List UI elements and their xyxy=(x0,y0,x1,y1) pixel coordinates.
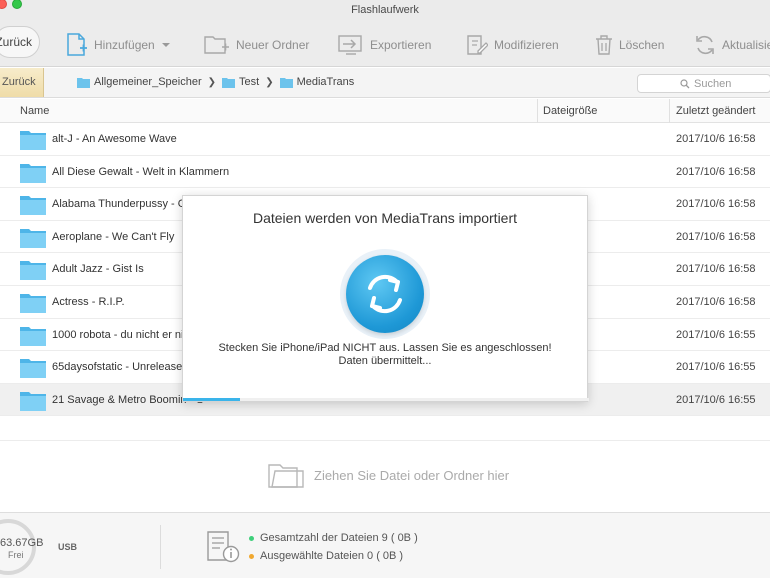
file-date: 2017/10/6 16:58 xyxy=(676,198,756,211)
back-button[interactable]: Zurück xyxy=(0,26,40,58)
file-name: 21 Savage & Metro Boomin - S xyxy=(52,393,204,406)
file-info-icon xyxy=(207,531,240,563)
breadcrumb-label: Allgemeiner_Speicher xyxy=(94,76,202,88)
edit-icon xyxy=(467,35,488,55)
breadcrumb-item[interactable]: MediaTrans xyxy=(279,76,355,88)
column-name[interactable]: Name xyxy=(20,105,49,117)
search-placeholder: Suchen xyxy=(694,77,732,90)
breadcrumb-item[interactable]: Test xyxy=(222,76,259,88)
folder-icon xyxy=(20,196,46,216)
column-header: Name Dateigröße Zuletzt geändert xyxy=(0,99,770,123)
chevron-right-icon: ❯ xyxy=(265,76,274,88)
folder-icon xyxy=(20,163,46,183)
total-files-stat: Gesamtzahl der Dateien 9 ( 0B ) xyxy=(249,532,418,544)
column-size[interactable]: Dateigröße xyxy=(543,105,597,117)
breadcrumb-label: Test xyxy=(239,76,260,88)
drop-folder-icon xyxy=(268,464,304,488)
free-space-value: 63.67GB xyxy=(0,537,44,549)
add-button-label: Hinzufügen xyxy=(94,38,155,52)
file-name: alt-J - An Awesome Wave xyxy=(52,133,177,145)
chevron-down-icon xyxy=(161,43,170,47)
folder-icon xyxy=(20,359,46,379)
chevron-right-icon: ❯ xyxy=(207,76,217,88)
toolbar: Zurück Hinzufügen Neuer Ordner Exportier… xyxy=(0,20,770,67)
breadcrumb-item[interactable]: Allgemeiner_Speicher xyxy=(77,76,202,88)
progress-fill xyxy=(183,398,240,401)
title-bar: Flashlaufwerk xyxy=(0,0,770,20)
dialog-message: Stecken Sie iPhone/iPad NICHT aus. Lasse… xyxy=(183,342,587,368)
file-date: 2017/10/6 16:58 xyxy=(676,133,756,145)
new-folder-label: Neuer Ordner xyxy=(236,38,310,52)
trash-icon xyxy=(596,35,612,55)
navigation-bar: Zurück Allgemeiner_Speicher ❯ Test ❯ Med… xyxy=(0,68,770,98)
export-button[interactable]: Exportieren xyxy=(338,32,431,58)
table-row[interactable]: All Diese Gewalt - Welt in Klammern 2017… xyxy=(0,156,770,189)
file-name: Aeroplane - We Can't Fly xyxy=(52,230,175,243)
table-row[interactable]: alt-J - An Awesome Wave 2017/10/6 16:58 xyxy=(0,123,770,156)
export-icon xyxy=(338,35,362,55)
export-label: Exportieren xyxy=(370,38,432,52)
folder-icon xyxy=(279,77,293,88)
folder-icon xyxy=(20,391,46,411)
file-date: 2017/10/6 16:55 xyxy=(676,361,756,374)
file-date: 2017/10/6 16:58 xyxy=(676,230,756,243)
add-button[interactable]: Hinzufügen xyxy=(66,32,171,58)
device-type: USB xyxy=(58,542,78,552)
file-date: 2017/10/6 16:55 xyxy=(676,328,756,341)
breadcrumb-label: MediaTrans xyxy=(296,76,355,88)
delete-label: Löschen xyxy=(619,38,665,52)
add-file-icon xyxy=(67,33,87,56)
file-date: 2017/10/6 16:58 xyxy=(676,263,756,276)
file-name: Actress - R.I.P. xyxy=(52,295,125,308)
search-input[interactable]: Suchen xyxy=(637,74,770,93)
search-icon xyxy=(680,78,690,88)
file-name: Alabama Thunderpussy - Oper xyxy=(52,198,203,211)
folder-icon xyxy=(20,131,46,150)
folder-icon xyxy=(20,326,46,346)
file-name: 1000 robota - du nicht er nicht xyxy=(52,328,199,341)
status-bar: 63.67GB Frei USB Gesamtzahl der Dateien … xyxy=(0,512,770,578)
dialog-warning-text: Stecken Sie iPhone/iPad NICHT aus. Lasse… xyxy=(218,342,552,354)
file-name: Adult Jazz - Gist Is xyxy=(52,263,144,276)
column-divider xyxy=(669,99,670,123)
total-files-text: Gesamtzahl der Dateien 9 ( 0B ) xyxy=(260,532,418,544)
refresh-icon xyxy=(696,35,714,55)
dialog-title: Dateien werden von MediaTrans importiert xyxy=(252,210,518,226)
folder-icon xyxy=(20,261,46,281)
sync-icon xyxy=(368,274,402,314)
refresh-label: Aktualisieren xyxy=(722,38,770,52)
column-divider xyxy=(537,99,538,123)
total-status-dot xyxy=(249,535,254,541)
file-date: 2017/10/6 16:55 xyxy=(676,393,756,406)
progress-bar xyxy=(183,398,589,401)
import-progress-dialog: Dateien werden von MediaTrans importiert… xyxy=(182,195,589,402)
sync-spinner xyxy=(340,249,430,339)
drop-zone-label: Ziehen Sie Datei oder Ordner hier xyxy=(314,467,510,483)
file-date: 2017/10/6 16:58 xyxy=(676,165,756,178)
dialog-status-text: Daten übermittelt... xyxy=(338,355,432,367)
drop-zone[interactable]: Ziehen Sie Datei oder Ordner hier xyxy=(0,440,770,510)
nav-back-button[interactable]: Zurück xyxy=(0,68,44,97)
modify-button[interactable]: Modifizieren xyxy=(466,32,559,58)
delete-button[interactable]: Löschen xyxy=(595,32,664,58)
new-folder-button[interactable]: Neuer Ordner xyxy=(204,32,309,58)
free-space-label: Frei xyxy=(8,550,24,560)
modify-label: Modifizieren xyxy=(494,38,559,52)
divider xyxy=(160,525,161,569)
selected-files-stat: Ausgewählte Dateien 0 ( 0B ) xyxy=(249,550,403,562)
column-modified[interactable]: Zuletzt geändert xyxy=(676,105,756,117)
refresh-button[interactable]: Aktualisieren xyxy=(694,32,770,58)
folder-icon xyxy=(20,228,46,248)
window-title: Flashlaufwerk xyxy=(351,4,419,16)
breadcrumb: Allgemeiner_Speicher ❯ Test ❯ MediaTrans xyxy=(77,76,354,88)
selected-status-dot xyxy=(249,553,254,559)
file-name: All Diese Gewalt - Welt in Klammern xyxy=(52,165,230,178)
new-folder-icon xyxy=(204,36,229,54)
selected-files-text: Ausgewählte Dateien 0 ( 0B ) xyxy=(260,550,404,562)
folder-icon xyxy=(77,77,90,88)
file-date: 2017/10/6 16:58 xyxy=(676,295,756,308)
folder-icon xyxy=(20,293,46,313)
folder-icon xyxy=(222,77,236,88)
